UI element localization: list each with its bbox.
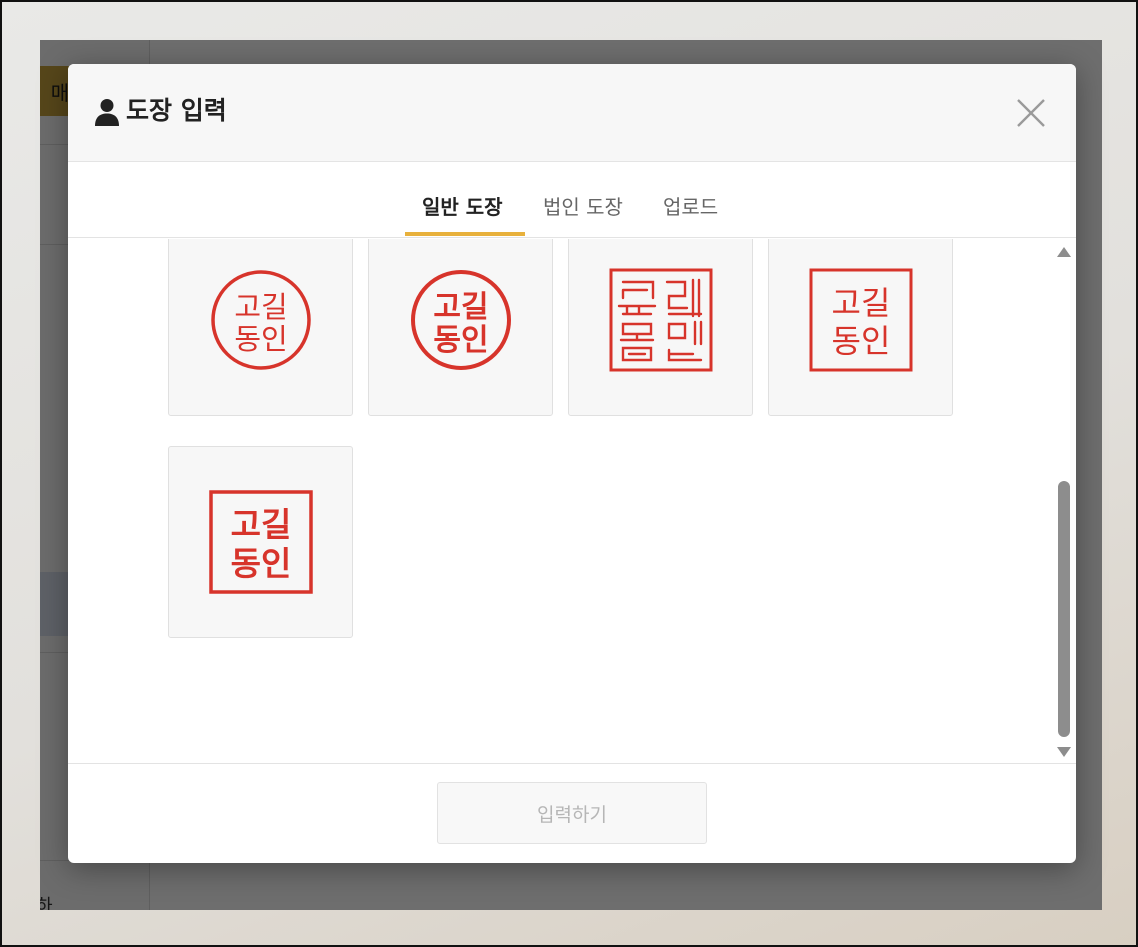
stamp-image: 고길 동인 (809, 268, 912, 372)
stamp-input-dialog: 도장 입력 일반 도장 법인 도장 업로드 고길 동인 고길 동인 고길 동인 … (68, 64, 1076, 863)
stamp-text-line: 고길 (433, 290, 488, 325)
submit-button[interactable]: 입력하기 (437, 782, 707, 844)
stamp-text-line: 동인 (230, 544, 291, 583)
stamp-option-square-seal-script[interactable] (568, 239, 753, 416)
stamp-image (609, 268, 712, 372)
close-icon[interactable] (1012, 94, 1050, 132)
scroll-up-arrow-icon[interactable] (1057, 247, 1071, 257)
stamp-list: 고길 동인 고길 동인 고길 동인 고길 동인 (68, 239, 1076, 763)
stamp-text-line: 동인 (433, 323, 488, 358)
stamp-text-line: 동인 (234, 322, 287, 356)
stamp-image: 고길 동인 (410, 270, 511, 370)
dialog-footer: 입력하기 (68, 763, 1076, 863)
stamp-image: 고길 동인 (208, 490, 313, 594)
stamp-text-line: 동인 (831, 322, 890, 360)
scroll-down-arrow-icon[interactable] (1057, 747, 1071, 757)
stamp-type-tabs: 일반 도장 법인 도장 업로드 (68, 162, 1076, 238)
stamp-option-circle-thin[interactable]: 고길 동인 (168, 239, 353, 416)
tab-general-stamp[interactable]: 일반 도장 (422, 192, 503, 222)
scrollbar-thumb[interactable] (1058, 481, 1070, 737)
stamp-text-line: 고길 (234, 290, 287, 324)
stamp-image: 고길 동인 (210, 270, 311, 370)
stamp-text-line: 고길 (831, 284, 890, 322)
stamp-option-square-thin[interactable]: 고길 동인 (768, 239, 953, 416)
person-icon (95, 99, 119, 126)
vertical-scrollbar[interactable] (1054, 239, 1074, 763)
active-tab-indicator (405, 232, 525, 236)
dialog-title: 도장 입력 (126, 96, 227, 125)
stamp-option-square-bold[interactable]: 고길 동인 (168, 446, 353, 638)
tab-upload[interactable]: 업로드 (663, 192, 718, 222)
stamp-option-circle-bold[interactable]: 고길 동인 (368, 239, 553, 416)
stamp-text-line: 고길 (230, 505, 291, 544)
tab-corporate-stamp[interactable]: 법인 도장 (543, 192, 623, 222)
dialog-header: 도장 입력 (68, 64, 1076, 162)
